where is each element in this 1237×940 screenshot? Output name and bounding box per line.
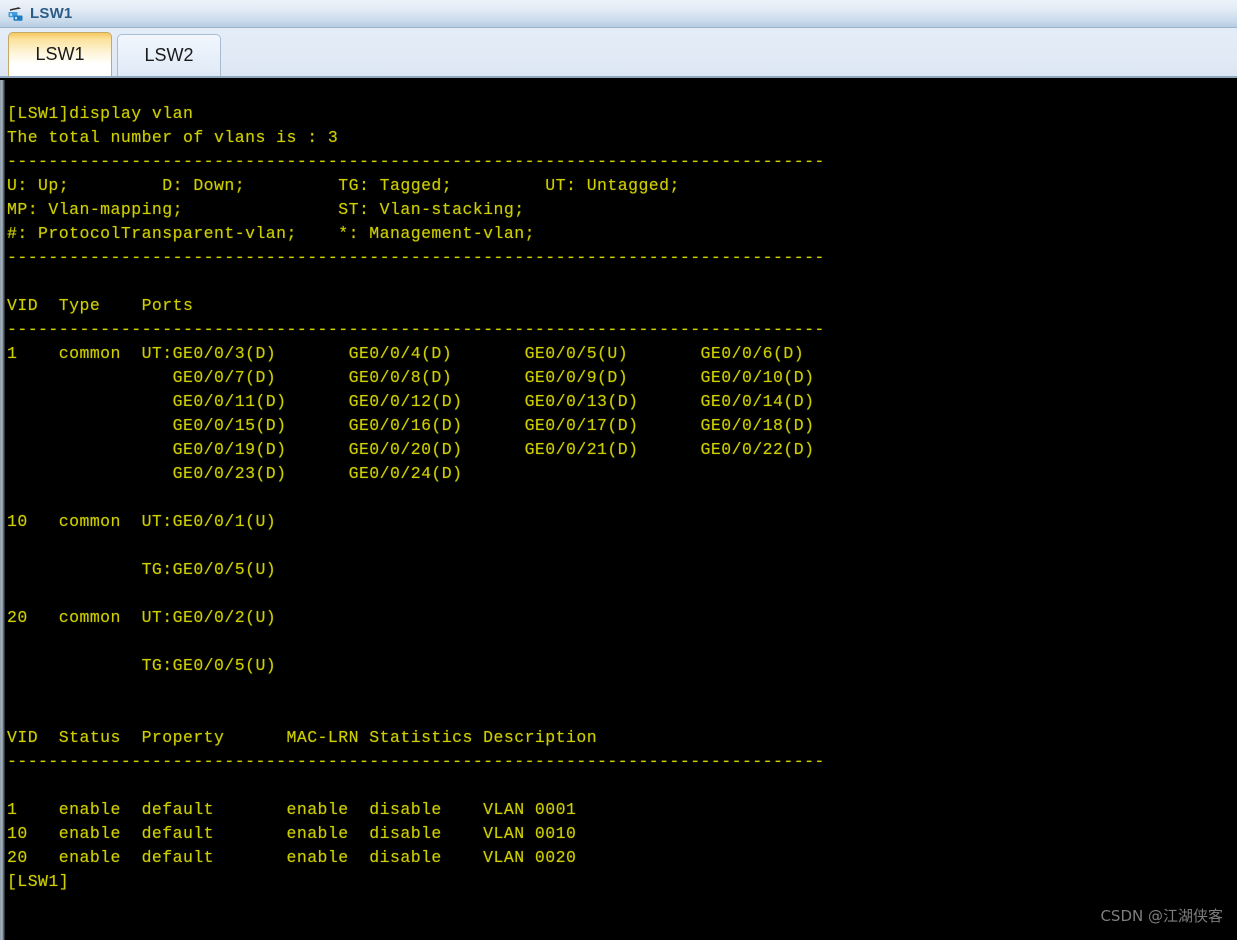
- terminal-line: [LSW1]display vlan: [7, 104, 194, 123]
- tab-lsw2[interactable]: LSW2: [117, 34, 221, 76]
- terminal-line: ----------------------------------------…: [7, 752, 825, 771]
- tab-lsw2-label: LSW2: [144, 45, 194, 65]
- terminal-line: 1 enable default enable disable VLAN 000…: [7, 800, 577, 819]
- terminal-line: [LSW1]: [7, 872, 70, 891]
- tab-lsw1[interactable]: LSW1: [8, 32, 112, 76]
- csdn-watermark: CSDN @江湖侠客: [1100, 907, 1223, 925]
- terminal-line: U: Up; D: Down; TG: Tagged; UT: Untagged…: [7, 176, 680, 195]
- terminal-left-edge: [0, 80, 5, 940]
- terminal-line: #: ProtocolTransparent-vlan; *: Manageme…: [7, 224, 535, 243]
- terminal-line: TG:GE0/0/5(U): [7, 656, 277, 675]
- terminal-line: VID Type Ports: [7, 296, 194, 315]
- terminal-line: GE0/0/11(D) GE0/0/12(D) GE0/0/13(D) GE0/…: [7, 392, 815, 411]
- terminal-line: GE0/0/23(D) GE0/0/24(D): [7, 464, 463, 483]
- terminal-line: 1 common UT:GE0/0/3(D) GE0/0/4(D) GE0/0/…: [7, 344, 805, 363]
- terminal-line: GE0/0/7(D) GE0/0/8(D) GE0/0/9(D) GE0/0/1…: [7, 368, 815, 387]
- switch-icon: [6, 4, 26, 24]
- window-titlebar: LSW1: [0, 0, 1237, 28]
- terminal-line: 10 enable default enable disable VLAN 00…: [7, 824, 577, 843]
- terminal-line: 20 common UT:GE0/0/2(U): [7, 608, 277, 627]
- cli-window: LSW1 LSW1 LSW2 [LSW1]display vlan The tot…: [0, 0, 1237, 940]
- terminal-line: GE0/0/15(D) GE0/0/16(D) GE0/0/17(D) GE0/…: [7, 416, 815, 435]
- terminal-line: ----------------------------------------…: [7, 152, 825, 171]
- terminal-line: The total number of vlans is : 3: [7, 128, 339, 147]
- terminal-line: VID Status Property MAC-LRN Statistics D…: [7, 728, 598, 747]
- window-title: LSW1: [30, 5, 73, 22]
- terminal-line: 20 enable default enable disable VLAN 00…: [7, 848, 577, 867]
- terminal-line: ----------------------------------------…: [7, 320, 825, 339]
- terminal-line: MP: Vlan-mapping; ST: Vlan-stacking;: [7, 200, 525, 219]
- terminal-line: 10 common UT:GE0/0/1(U): [7, 512, 277, 531]
- terminal-output: [LSW1]display vlan The total number of vl…: [7, 102, 825, 894]
- terminal-console[interactable]: [LSW1]display vlan The total number of vl…: [0, 80, 1237, 940]
- tab-lsw1-label: LSW1: [35, 44, 85, 64]
- terminal-line: GE0/0/19(D) GE0/0/20(D) GE0/0/21(D) GE0/…: [7, 440, 815, 459]
- terminal-line: ----------------------------------------…: [7, 248, 825, 267]
- terminal-line: TG:GE0/0/5(U): [7, 560, 277, 579]
- device-tabbar: LSW1 LSW2: [0, 28, 1237, 78]
